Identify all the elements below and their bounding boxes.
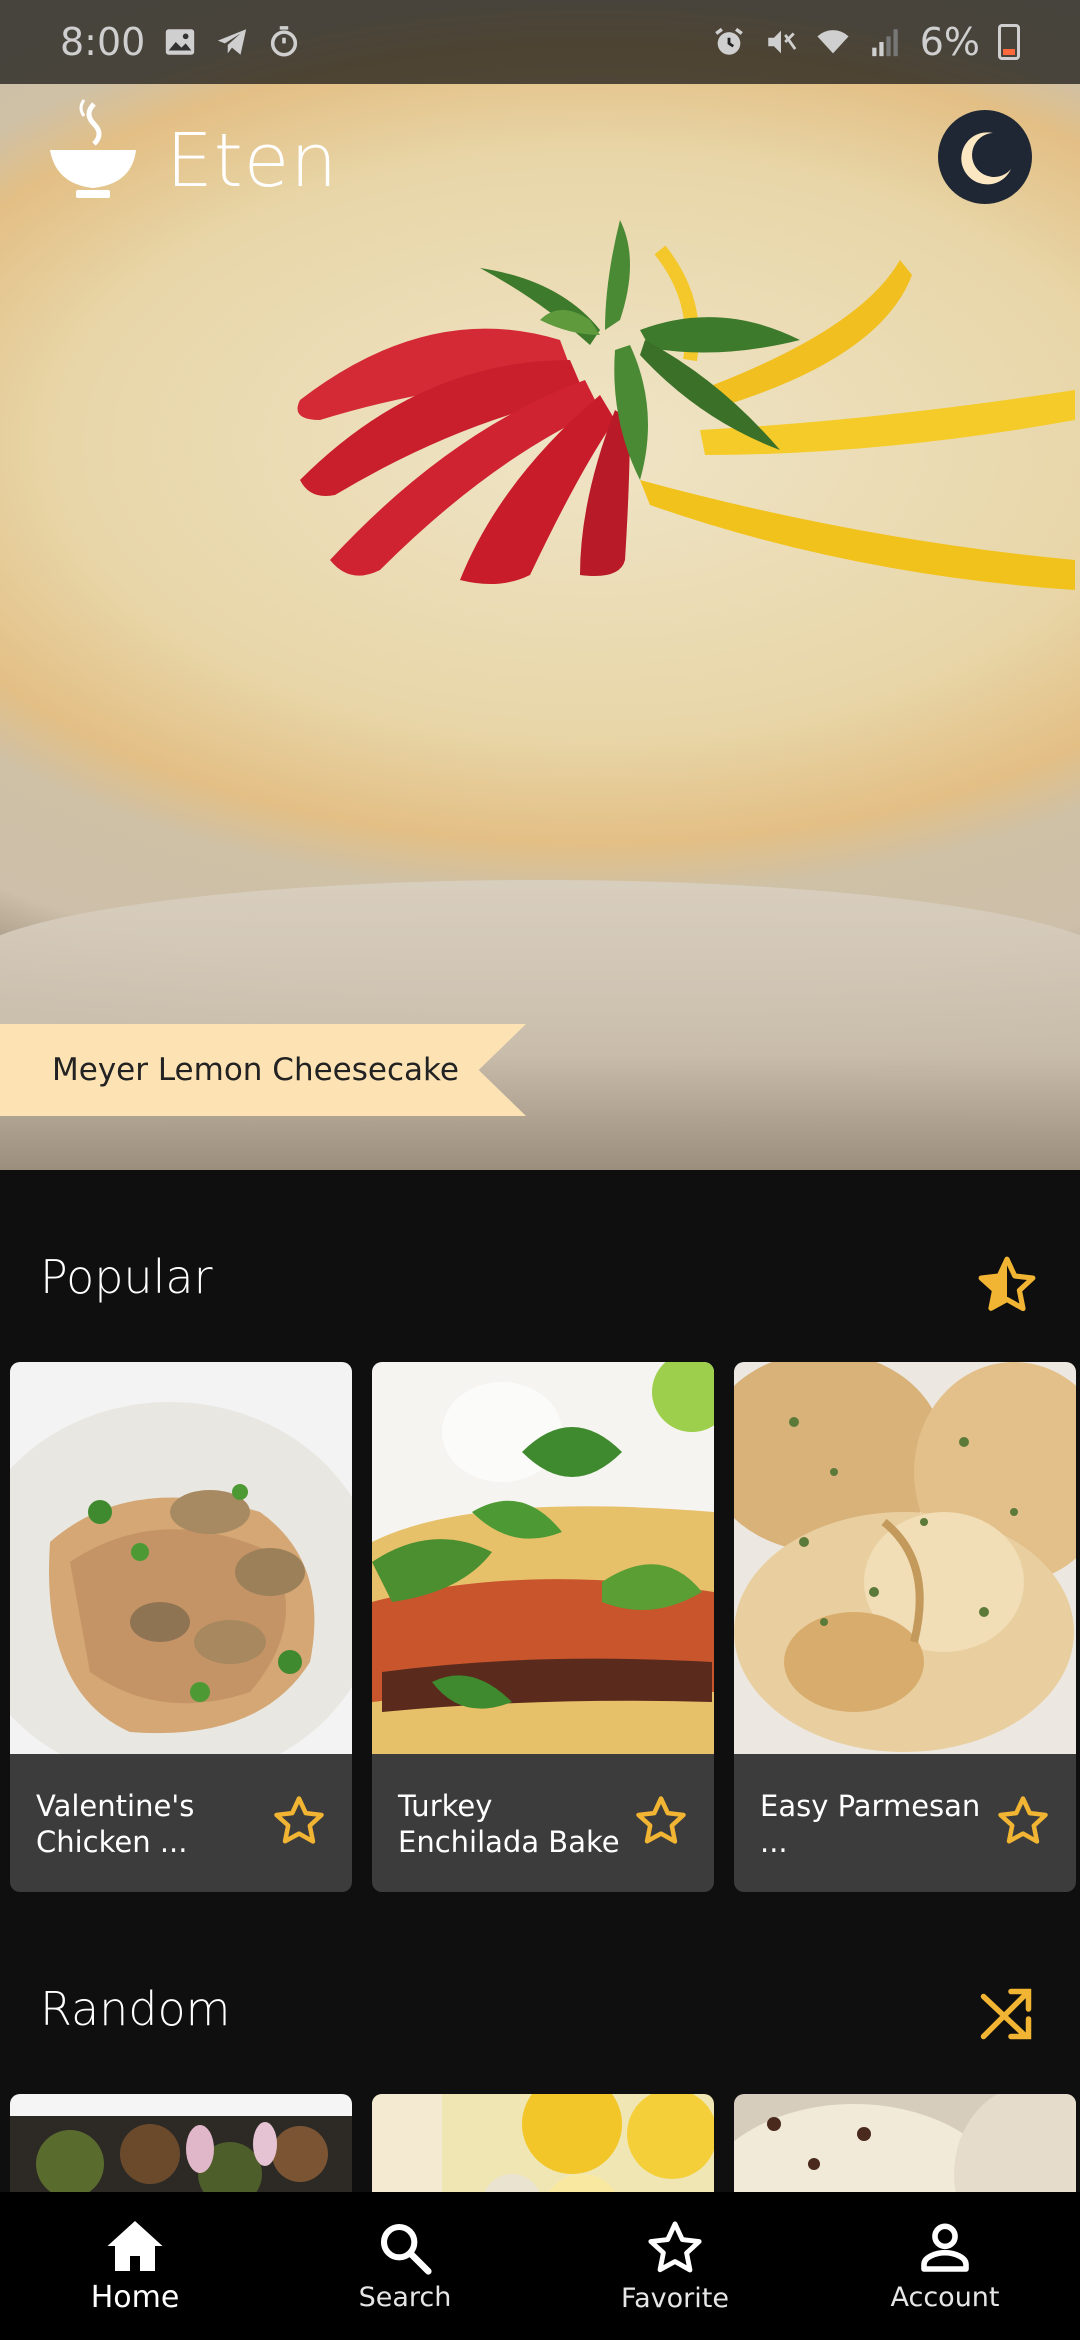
nav-account-label: Account: [890, 2281, 1000, 2313]
app-title: Eten: [166, 118, 339, 204]
moon-icon: [961, 132, 1011, 185]
theme-toggle-button[interactable]: [938, 110, 1032, 204]
battery-percentage: 6%: [919, 20, 980, 64]
recipe-name: Turkey Enchilada Bake: [398, 1789, 620, 1859]
shuffle-icon[interactable]: [976, 1984, 1036, 2044]
nav-home[interactable]: Home: [0, 2218, 270, 2315]
steaming-bowl-icon: [50, 99, 136, 198]
wifi-icon: [817, 30, 849, 54]
gallery-icon: [166, 29, 195, 55]
star-half-icon[interactable]: [976, 1254, 1038, 1316]
nav-account[interactable]: Account: [810, 2220, 1080, 2313]
popular-recipe-card[interactable]: Valentine's Chicken ...: [10, 1362, 352, 1892]
bottom-navigation: Home Search Favorite Account: [0, 2192, 1080, 2340]
featured-recipe-label[interactable]: Meyer Lemon Cheesecake: [0, 1024, 526, 1116]
nav-home-label: Home: [90, 2279, 180, 2315]
home-icon: [107, 2220, 163, 2271]
star-outline-icon[interactable]: [634, 1794, 688, 1848]
cheesecake-garnish-image: [297, 220, 1075, 590]
status-bar-left: 8:00: [60, 20, 301, 64]
recipe-image: [372, 1362, 714, 1754]
timer-icon: [271, 26, 298, 57]
nav-search[interactable]: Search: [270, 2220, 540, 2313]
popular-section-title: Popular: [40, 1250, 213, 1304]
status-time: 8:00: [60, 20, 146, 64]
nav-search-label: Search: [358, 2281, 452, 2313]
popular-recipe-card[interactable]: Turkey Enchilada Bake: [372, 1362, 714, 1892]
telegram-icon: [218, 29, 247, 55]
search-icon: [380, 2223, 432, 2275]
nav-favorite-label: Favorite: [621, 2282, 729, 2314]
star-outline-icon[interactable]: [272, 1794, 326, 1848]
mute-icon: [767, 30, 797, 54]
popular-recipe-card[interactable]: Easy Parmesan ...: [734, 1362, 1076, 1892]
account-icon: [921, 2222, 969, 2272]
status-bar-right: 6%: [712, 20, 1020, 64]
recipe-name: Valentine's Chicken ...: [36, 1789, 195, 1859]
alarm-icon: [714, 27, 743, 55]
nav-favorite[interactable]: Favorite: [540, 2219, 810, 2314]
status-bar: 8:00 6%: [0, 0, 1080, 84]
recipe-image: [734, 1362, 1076, 1754]
featured-recipe-hero[interactable]: Eten Meyer Lemon Cheesecake: [0, 0, 1080, 1170]
recipe-image: [10, 1362, 352, 1754]
star-outline-icon[interactable]: [996, 1794, 1050, 1848]
star-outline-icon: [648, 2220, 702, 2272]
featured-recipe-name: Meyer Lemon Cheesecake: [52, 1052, 459, 1088]
recipe-name: Easy Parmesan ...: [760, 1789, 981, 1859]
signal-icon: [871, 29, 898, 57]
battery-icon: [998, 24, 1020, 60]
random-section-title: Random: [40, 1982, 231, 2036]
